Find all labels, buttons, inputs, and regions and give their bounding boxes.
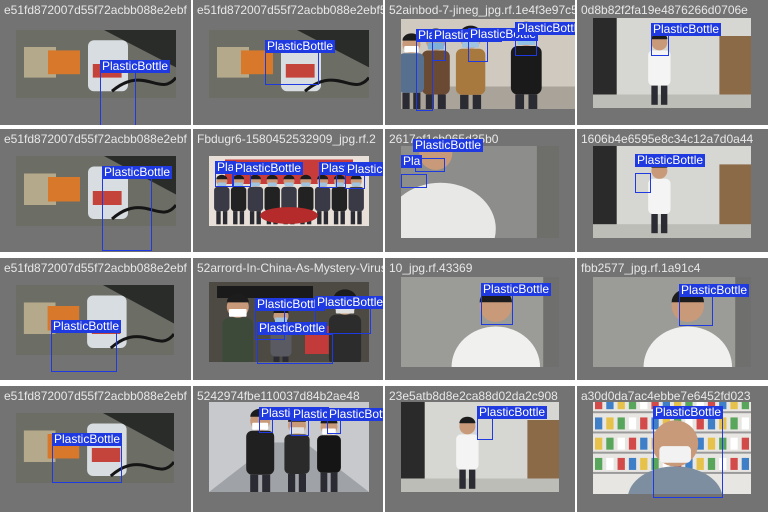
detection-box — [345, 175, 365, 189]
tile-filename: e51fd872007d55f72acbb088e2ebf52fd674910 — [197, 3, 383, 17]
detection-label: PlasticBottle — [51, 319, 122, 333]
detection-box — [319, 174, 337, 188]
tile-filename: e51fd872007d55f72acbb088e2ebf — [4, 389, 187, 403]
detection-label: PlasticBottle — [327, 408, 383, 421]
image-tile[interactable]: 1606b4e6595e8c34c12a7d0a44 PlasticBottle — [577, 129, 768, 252]
detection-box — [52, 445, 122, 483]
detection-label: PlasticBottle — [102, 165, 173, 179]
detection-label: PlasticBottle — [651, 22, 722, 36]
detection-box — [257, 334, 333, 364]
image-grid: e51fd872007d55f72acbb088e2ebf PlasticBott… — [0, 0, 768, 512]
tile-filename: 23e5atb8d8e2ca88d02da2c908 — [389, 389, 558, 403]
detection-label: PlasticBottle — [635, 153, 706, 167]
image-tile[interactable]: Fbdugr6-1580452532909_jpg.rf.2 Pla Plastic… — [193, 129, 383, 252]
detection-box — [327, 420, 341, 434]
tile-filename: 1606b4e6595e8c34c12a7d0a44 — [581, 132, 754, 146]
detection-box — [477, 418, 493, 440]
image-tile[interactable]: a30d0da7ac4ebbe7e6452fd023 PlasticBottle — [577, 386, 768, 512]
image-tile[interactable]: 0d8b82f2fa19e4876266d0706e PlasticBottle — [577, 0, 768, 125]
image-tile[interactable]: 52ainbod-7-jineg_jpg.rf.1e4f3e97c5f4a4b2… — [385, 0, 575, 125]
detection-label: PlasticBottle — [100, 59, 171, 73]
detection-box — [468, 40, 488, 62]
detection-box — [653, 418, 723, 498]
image-tile[interactable]: e51fd872007d55f72acbb088e2ebf52fd674910 P… — [193, 0, 383, 125]
detection-label: PlasticBottle — [52, 432, 123, 446]
detection-box — [481, 295, 513, 325]
image-tile[interactable]: e51fd872007d55f72acbb088e2ebf PlasticBott… — [0, 386, 191, 512]
detection-box — [635, 173, 651, 193]
image-tile[interactable]: 10_jpg.rf.43369 PlasticBottle — [385, 258, 575, 380]
detection-box — [100, 72, 136, 125]
detection-label: PlasticBottle — [413, 138, 484, 152]
detection-box — [215, 173, 233, 187]
image-tile[interactable]: e51fd872007d55f72acbb088e2ebf PlasticBott… — [0, 129, 191, 252]
detection-box — [233, 174, 251, 187]
image-tile[interactable]: 5242974fbe110037d84b2ae48PlasticBottlePl… — [193, 386, 383, 512]
tile-filename: e51fd872007d55f72acbb088e2ebf — [4, 132, 187, 146]
detection-label: Pla — [401, 154, 423, 168]
detection-box — [291, 420, 309, 436]
tile-filename: Fbdugr6-1580452532909_jpg.rf.2 — [197, 132, 376, 146]
image-tile[interactable]: 52arrord-In-China-As-Mystery-Virus-Sprea… — [193, 258, 383, 380]
detection-label: PlasticBottle — [477, 405, 548, 419]
tile-filename: a30d0da7ac4ebbe7e6452fd023 — [581, 389, 751, 403]
image-tile[interactable]: e51fd872007d55f72acbb088e2ebf PlasticBott… — [0, 0, 191, 125]
image-tile[interactable]: 2617ef1cb065d35b0PlasticBottlePla — [385, 129, 575, 252]
detection-label: PlasticBottle — [265, 39, 336, 53]
detection-label: PlasticBottle — [653, 405, 724, 419]
detection-label: PlasticBottle — [345, 163, 383, 176]
detection-box — [51, 332, 117, 372]
detection-box — [265, 52, 319, 85]
tile-filename: 10_jpg.rf.43369 — [389, 261, 473, 275]
tile-filename: 0d8b82f2fa19e4876266d0706e — [581, 3, 748, 17]
image-tile[interactable]: e51fd872007d55f72acbb088e2ebf PlasticBott… — [0, 258, 191, 380]
detection-box — [679, 296, 713, 326]
detection-label: PlasticBottle — [315, 296, 383, 309]
tile-filename: 52arrord-In-China-As-Mystery-Virus-Sprea — [197, 261, 383, 275]
tile-filename: 52ainbod-7-jineg_jpg.rf.1e4f3e97c5f4a4b2… — [389, 3, 575, 17]
tile-filename: e51fd872007d55f72acbb088e2ebf — [4, 261, 187, 275]
detection-label: PlasticBottle — [481, 282, 552, 296]
image-tile[interactable]: fbb2577_jpg.rf.1a91c4 PlasticBottle — [577, 258, 768, 380]
detection-label: PlasticBottle — [515, 22, 575, 35]
tile-filename: fbb2577_jpg.rf.1a91c4 — [581, 261, 701, 275]
detection-label: PlasticBottle — [257, 321, 328, 335]
detection-label: PlasticBottle — [233, 161, 304, 175]
detection-box — [401, 174, 427, 188]
detection-box — [102, 178, 152, 251]
tile-filename: 5242974fbe110037d84b2ae48 — [197, 389, 360, 403]
detection-box — [259, 419, 273, 433]
detection-label: PlasticBottle — [679, 283, 750, 297]
image-tile[interactable]: 23e5atb8d8e2ca88d02da2c908 PlasticBottle — [385, 386, 575, 512]
detection-box — [432, 41, 446, 61]
detection-box — [515, 34, 537, 56]
detection-box — [416, 41, 433, 111]
detection-box — [651, 35, 669, 56]
tile-filename: e51fd872007d55f72acbb088e2ebf — [4, 3, 187, 17]
